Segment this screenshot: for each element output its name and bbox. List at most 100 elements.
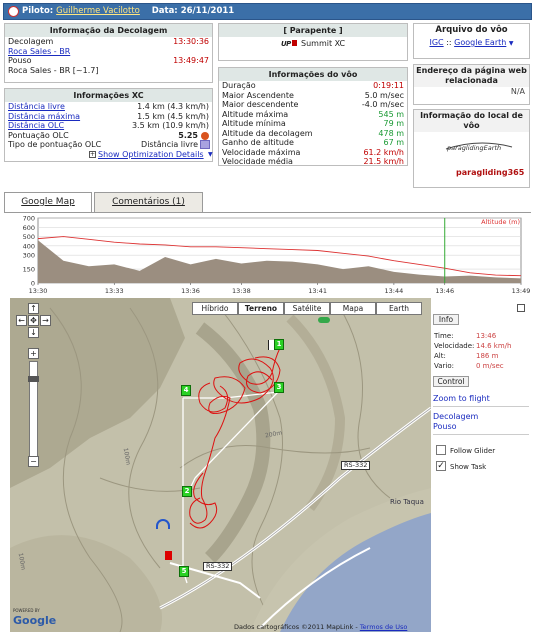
tab-google-map-label: Google Map xyxy=(21,197,75,207)
landing-site-row: Roca Sales - BR [~1.7] xyxy=(5,66,212,76)
map-type-satellite[interactable]: Satélite xyxy=(284,302,330,315)
tab-comments[interactable]: Comentários (1) xyxy=(94,192,203,212)
max-alt-label: Altitude máxima xyxy=(222,109,289,119)
paragliding365-logo[interactable]: paragliding365 xyxy=(456,168,524,177)
chart-x-tick-label: 13:44 xyxy=(385,287,404,295)
flight-info-row: Altitude máxima 545 m xyxy=(219,110,407,120)
altitude-chart[interactable]: 700 600 500 400 300 150 0 13:30 13:33 13:36 13:38 1… xyxy=(4,213,531,297)
min-alt-label: Altitude mínima xyxy=(222,119,286,128)
address-panel-title: Endereço da página web relacionada xyxy=(414,65,529,87)
waypoint-marker-1[interactable]: 1 xyxy=(274,339,284,350)
zoom-slider[interactable] xyxy=(28,361,39,457)
info-vario-row: Vario: 0 m/sec xyxy=(434,361,534,371)
vario-label: Vario: xyxy=(434,362,454,370)
max-distance-value: 1.5 km (4.5 km/h) xyxy=(137,111,209,121)
glider-row: UP Summit XC xyxy=(219,37,407,50)
chart-x-tick-label: 13:38 xyxy=(232,287,251,295)
paragliding-earth-logo-text: paraglidingEarth xyxy=(446,144,501,152)
pilot-name-link[interactable]: Guilherme Vacilotto xyxy=(56,6,140,16)
speed-label: Velocidade: xyxy=(434,342,475,350)
chart-y-tick-label: 500 xyxy=(23,233,35,241)
map-type-hybrid[interactable]: Híbrido xyxy=(192,302,238,315)
brand-logo: UP xyxy=(281,40,291,48)
terms-link[interactable]: Termos de Uso xyxy=(360,623,408,631)
plus-icon: + xyxy=(89,150,96,158)
info-time-row: Time: 13:46 xyxy=(434,331,534,341)
xc-row: Distância máxima 1.5 km (4.5 km/h) xyxy=(5,112,212,122)
waypoint-marker-3[interactable]: 3 xyxy=(274,382,284,393)
xc-row: Pontuação OLC 5.25 xyxy=(5,131,212,141)
flight-info-title: Informações do vôo xyxy=(219,68,407,81)
glider-panel-title: [ Parapente ] xyxy=(219,24,407,37)
tab-google-map[interactable]: Google Map xyxy=(4,192,92,213)
map-type-map[interactable]: Mapa xyxy=(330,302,376,315)
takeoff-alt-label: Altitude da decolagem xyxy=(222,128,313,138)
tab-comments-label: Comentários (1) xyxy=(112,197,185,207)
control-button[interactable]: Control xyxy=(433,376,469,387)
chart-x-tick-label: 13:36 xyxy=(181,287,200,295)
olc-type-value: Distância livre xyxy=(141,140,198,149)
show-optimization-link[interactable]: Show Optimization Details xyxy=(98,150,204,160)
powered-by-label: POWERED BY xyxy=(13,608,40,613)
glider-title: [ Parapente ] xyxy=(283,26,343,35)
olc-score-value: 5.25 xyxy=(178,130,198,140)
max-alt-value: 545 m xyxy=(378,109,404,119)
vario-value: 0 m/sec xyxy=(476,362,504,370)
road-label: RS-332 xyxy=(341,461,371,470)
zoom-to-flight-link[interactable]: Zoom to flight xyxy=(433,394,490,403)
free-distance-link[interactable]: Distância livre xyxy=(8,102,65,112)
flight-info-row: Velocidade média 21.5 km/h xyxy=(219,157,407,167)
pan-down-button[interactable]: ↓ xyxy=(28,327,39,338)
landing-label: Pouso xyxy=(8,56,32,65)
map-type-earth[interactable]: Earth xyxy=(376,302,422,315)
glider-position-icon xyxy=(156,519,170,529)
zoom-slider-handle[interactable] xyxy=(28,376,39,382)
igc-link[interactable]: IGC xyxy=(429,38,443,47)
chart-x-tick-label: 13:41 xyxy=(308,287,327,295)
xc-panel: Informações XC Distância livre 1.4 km (4… xyxy=(4,88,213,162)
pan-left-button[interactable]: ← xyxy=(16,315,27,326)
takeoff-link[interactable]: Decolagem xyxy=(433,412,478,421)
chart-x-tick-label: 13:49 xyxy=(512,287,531,295)
chevron-down-icon: ▼ xyxy=(508,40,514,47)
duration-value: 0:19:11 xyxy=(373,81,404,90)
pan-right-button[interactable]: → xyxy=(40,315,51,326)
waypoint-marker-4[interactable]: 4 xyxy=(181,385,191,396)
pan-up-button[interactable]: ↑ xyxy=(28,303,39,314)
max-distance-link[interactable]: Distância máxima xyxy=(8,112,80,122)
address-panel: Endereço da página web relacionada N/A xyxy=(413,64,530,105)
min-alt-value: 79 m xyxy=(383,119,404,128)
paragliding-earth-logo[interactable]: paraglidingEarth xyxy=(444,140,514,152)
landing-link[interactable]: Pouso xyxy=(433,422,457,431)
date-value: 26/11/2011 xyxy=(180,6,235,16)
takeoff-panel: Informação da Decolagem Decolagem 13:30:… xyxy=(4,23,213,83)
altitude-chart-svg: 700600500400300150013:30 13:33 13:36 13:38 1… xyxy=(23,215,531,296)
olc-distance-value: 3.5 km (10.9 km/h) xyxy=(131,121,209,130)
waypoint-marker-2[interactable]: 2 xyxy=(182,486,192,497)
file-panel: Arquivo do vôo IGC :: Google Earth ▼ xyxy=(413,23,530,59)
google-earth-link[interactable]: Google Earth xyxy=(454,38,506,47)
waypoint-marker-5[interactable]: 5 xyxy=(179,566,189,577)
zoom-in-button[interactable]: + xyxy=(28,348,39,359)
zoom-out-button[interactable]: − xyxy=(28,456,39,467)
pan-center-button[interactable]: ✥ xyxy=(28,315,39,326)
chart-x-tick-label: 13:33 xyxy=(105,287,124,295)
control-divider xyxy=(433,434,529,435)
olc-distance-link[interactable]: Distância OLC xyxy=(8,121,64,131)
takeoff-site-link[interactable]: Roca Sales - BR xyxy=(8,47,70,57)
takeoff-panel-title: Informação da Decolagem xyxy=(5,24,212,37)
google-logo[interactable]: Google xyxy=(13,614,56,627)
landing-site: Roca Sales - BR [~1.7] xyxy=(8,65,99,75)
end-flag-icon[interactable] xyxy=(165,551,172,560)
takeoff-row: Decolagem 13:30:36 xyxy=(5,37,212,47)
control-divider xyxy=(433,406,529,407)
collapse-icon[interactable] xyxy=(517,304,525,312)
address-value: N/A xyxy=(510,87,525,96)
info-button[interactable]: Info xyxy=(433,314,459,325)
show-task-checkbox[interactable]: ✓ xyxy=(436,461,446,471)
follow-glider-checkbox[interactable] xyxy=(436,445,446,455)
map[interactable]: Híbrido Terreno Satélite Mapa Earth ↑ ← … xyxy=(10,298,431,632)
alt-gain-value: 67 m xyxy=(383,138,404,147)
map-type-terrain[interactable]: Terreno xyxy=(238,302,284,315)
start-flag-icon[interactable] xyxy=(268,340,274,350)
